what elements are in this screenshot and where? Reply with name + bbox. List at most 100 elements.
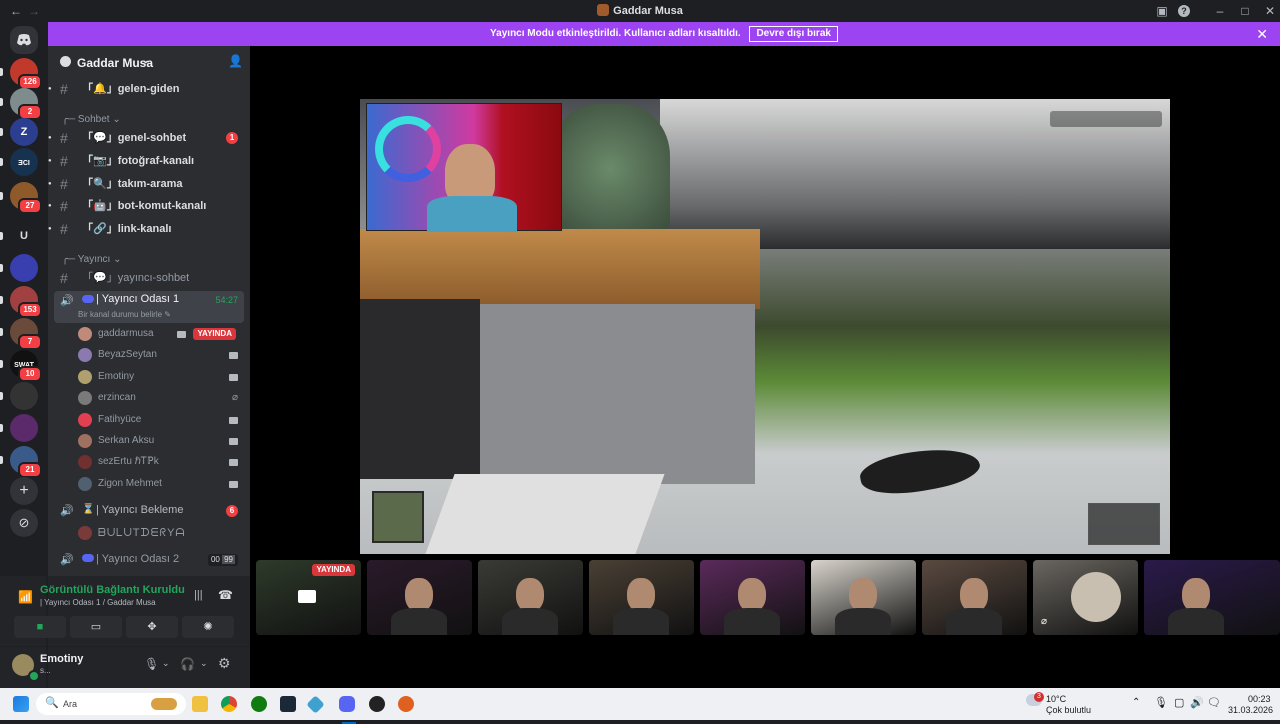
channel-item[interactable]: ● # 「💬」genel-sohbet 1 (48, 128, 250, 148)
unread-pill (0, 232, 3, 240)
add-server-icon[interactable]: + (10, 477, 38, 505)
tray-microphone-icon[interactable]: 🎙 (1154, 696, 1168, 709)
stream-tile[interactable]: YAYINDA (256, 560, 361, 635)
server-icon-3[interactable]: Z (0, 118, 38, 146)
voice-channel-yayinci-bekleme[interactable]: 🔊 ⌛ | Yayıncı Bekleme 6 (54, 501, 244, 521)
voice-user-name: ᗷᑌᒪᑌTᗪᗴᖇYᗩ (98, 527, 186, 539)
server-icon-1[interactable]: 126 (0, 58, 42, 90)
server-header[interactable]: Gaddar Musa ⌄ 👤 (48, 46, 250, 78)
stream-tile[interactable]: ⌀ (1033, 560, 1138, 635)
banner-close-icon[interactable]: ✕ (1256, 22, 1268, 46)
minimize-icon[interactable]: – (1212, 3, 1228, 19)
voice-user[interactable]: Emotiny (76, 367, 242, 387)
voice-user[interactable]: ᗷᑌᒪᑌTᗪᗴᖇYᗩ (76, 523, 242, 543)
direct-messages-button[interactable] (10, 26, 38, 54)
disable-streamer-mode-button[interactable]: Devre dışı bırak (749, 26, 838, 42)
headphones-icon[interactable]: 🎧 (180, 657, 195, 671)
discord-taskbar-icon[interactable] (339, 696, 355, 712)
chevron-down-icon[interactable]: ⌄ (162, 658, 170, 669)
app-icon[interactable] (306, 695, 325, 714)
help-icon[interactable]: ? (1178, 5, 1190, 17)
chrome-icon[interactable] (221, 696, 237, 712)
participant-body (613, 608, 669, 635)
camera-icon (177, 331, 186, 338)
category-yayinci[interactable]: ╭─ Yayıncı ⌄ (62, 254, 121, 265)
settings-gear-icon[interactable]: ⚙ (218, 655, 231, 672)
stream-tile[interactable] (1144, 560, 1280, 635)
channel-status-hint[interactable]: Bir kanal durumu belirle ✎ (78, 310, 171, 319)
channel-gelen-giden[interactable]: ● # 「🔔」gelen-giden (48, 79, 250, 99)
unread-pill (0, 98, 3, 106)
chevron-down-icon[interactable]: ⌄ (200, 658, 208, 669)
maximize-icon[interactable]: □ (1237, 3, 1253, 19)
file-explorer-icon[interactable] (192, 696, 208, 712)
stream-tile[interactable] (700, 560, 805, 635)
volume-icon[interactable]: 🔊 (1190, 696, 1204, 709)
tray-chevron-up-icon[interactable]: ⌃ (1132, 697, 1140, 708)
stream-tile[interactable] (367, 560, 472, 635)
voice-user[interactable]: Fatihyüce (76, 410, 242, 430)
server-icon-5[interactable]: 27 (0, 182, 42, 214)
obs-icon[interactable] (369, 696, 385, 712)
connection-channel[interactable]: | Yayıncı Odası 1 / Gaddar Musa (40, 598, 156, 607)
server-icon-6[interactable]: U (0, 222, 38, 250)
clock-date[interactable]: 31.03.2026 (1228, 705, 1273, 715)
notification-icon[interactable]: 🗨 (1207, 696, 1221, 709)
main-stream-video[interactable] (360, 99, 1170, 554)
tray-device-icon[interactable]: ▢ (1174, 696, 1184, 709)
stream-tile[interactable] (811, 560, 916, 635)
category-sohbet[interactable]: ╭─ Sohbet ⌄ (62, 114, 121, 125)
server-icon-12[interactable] (0, 414, 38, 442)
xbox-icon[interactable] (251, 696, 267, 712)
taskbar-search[interactable]: 🔍 Ara (36, 693, 186, 715)
close-window-icon[interactable]: ✕ (1262, 3, 1278, 19)
clock-time[interactable]: 00:23 (1248, 694, 1271, 704)
windows-start-icon[interactable] (13, 696, 29, 712)
stream-tile[interactable] (922, 560, 1027, 635)
microphone-icon[interactable]: 🎙 (144, 657, 159, 671)
voice-user[interactable]: gaddarmusa YAYINDA (76, 324, 242, 344)
channel-yayinci-sohbet[interactable]: # 「💬」yayıncı-sohbet (48, 268, 250, 288)
voice-channel-yayinci-odasi-2[interactable]: 🔊 | Yayıncı Odası 2 00 99 (54, 550, 244, 570)
server-icon-4[interactable]: ƎCI (0, 148, 38, 176)
steam-icon[interactable] (280, 696, 296, 712)
hourglass-icon: ⌛ (82, 504, 95, 515)
disconnect-icon[interactable]: ☎ (218, 588, 233, 602)
server-icon-13[interactable]: 21 (0, 446, 42, 478)
voice-user[interactable]: sezErtu ℏᎢℙk (76, 452, 242, 472)
voice-user[interactable]: BeyazSeytan (76, 345, 242, 365)
voice-user[interactable]: erzincan ⌀ (76, 388, 242, 408)
server-icon-11[interactable] (0, 382, 38, 410)
server-icon-8[interactable]: 153 (0, 286, 42, 318)
server-icon-7[interactable] (0, 254, 38, 282)
stream-tile[interactable] (478, 560, 583, 635)
channel-item[interactable]: ● # 「🔗」link-kanalı (48, 219, 250, 239)
floor-panel (425, 474, 665, 554)
screen-share-button[interactable]: ▭ (70, 616, 122, 638)
voice-user-name: gaddarmusa (98, 328, 154, 339)
soundboard-button[interactable]: ✺ (182, 616, 234, 638)
server-icon-2[interactable]: 2 (0, 88, 42, 120)
channel-item[interactable]: ● # 「🤖」bot-komut-kanalı (48, 196, 250, 216)
participant-body (946, 608, 1002, 635)
channel-item[interactable]: ● # 「📷」fotoğraf-kanalı (48, 151, 250, 171)
connection-status[interactable]: Görüntülü Bağlantı Kuruldu (40, 584, 185, 596)
search-highlight-icon (151, 698, 177, 710)
server-icon-10[interactable]: SWAT10 (0, 350, 42, 382)
noise-suppression-icon[interactable]: ||| (194, 589, 203, 601)
server-icon-9[interactable]: 7 (0, 318, 42, 350)
activities-button[interactable]: ✥ (126, 616, 178, 638)
voice-channel-yayinci-odasi-1[interactable]: 🔊 | Yayıncı Odası 1 54:27 Bir kanal duru… (54, 291, 244, 323)
inbox-icon[interactable]: ▣ (1154, 3, 1170, 19)
voice-user[interactable]: Zigon Mehmet (76, 474, 242, 494)
camera-button[interactable]: ■ (14, 616, 66, 638)
stream-tile[interactable] (589, 560, 694, 635)
bullet-icon: ● (48, 226, 52, 232)
user-limit: 99 (222, 555, 235, 564)
server-boost-icon (60, 56, 71, 67)
channel-item[interactable]: ● # 「🔍」takım-arama (48, 174, 250, 194)
discover-icon[interactable]: ⊘ (10, 509, 38, 537)
browser-icon[interactable] (398, 696, 414, 712)
invite-people-icon[interactable]: 👤 (228, 54, 243, 68)
voice-user[interactable]: Serkan Aksu (76, 431, 242, 451)
